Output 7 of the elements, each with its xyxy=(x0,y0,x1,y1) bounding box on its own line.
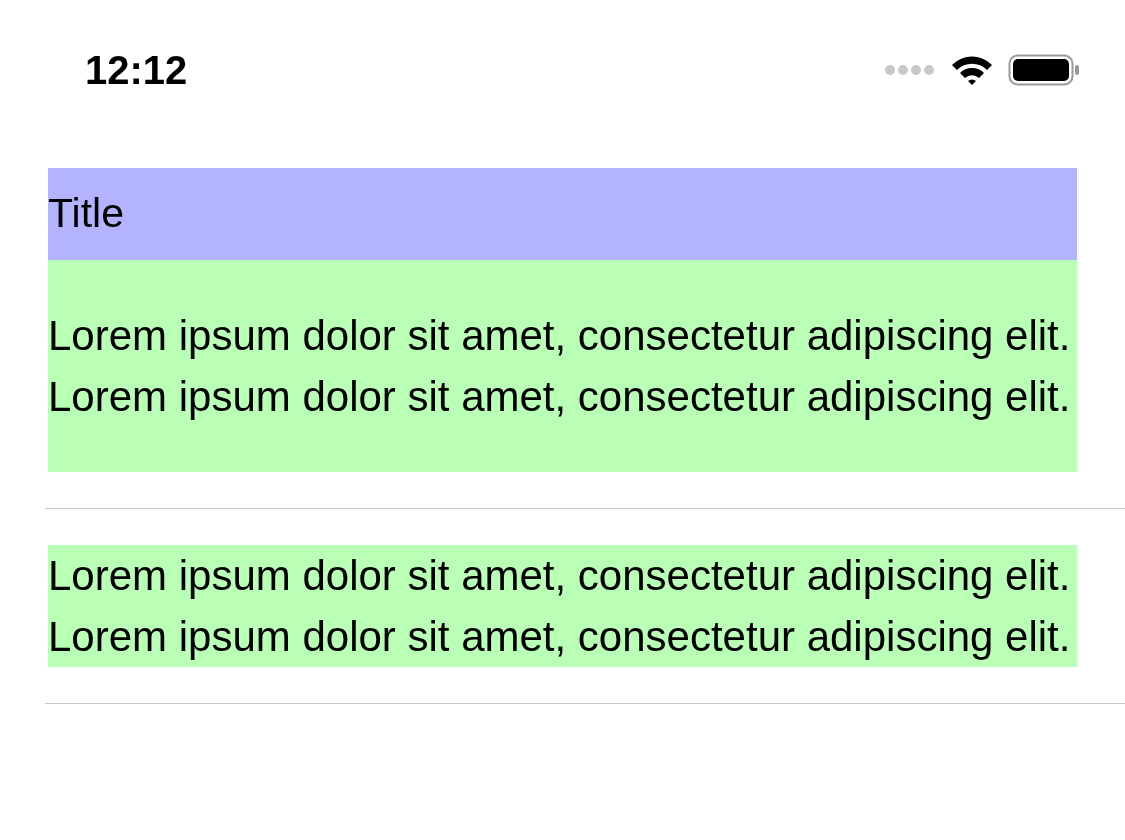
wifi-icon xyxy=(950,54,994,86)
signal-icon xyxy=(884,64,936,76)
cell-title: Title xyxy=(48,189,124,239)
status-time: 12:12 xyxy=(85,47,188,94)
body-text: Lorem ipsum dolor sit amet, consectetur adipiscing elit. Lorem ipsum dolor sit amet, consectetur adipiscing elit. xyxy=(48,551,1072,662)
battery-icon xyxy=(1008,54,1080,86)
body-text: Lorem ipsum dolor sit amet, consectetur adipiscing elit. Lorem ipsum dolor sit amet, consectetur adipiscing elit. xyxy=(48,311,1072,422)
